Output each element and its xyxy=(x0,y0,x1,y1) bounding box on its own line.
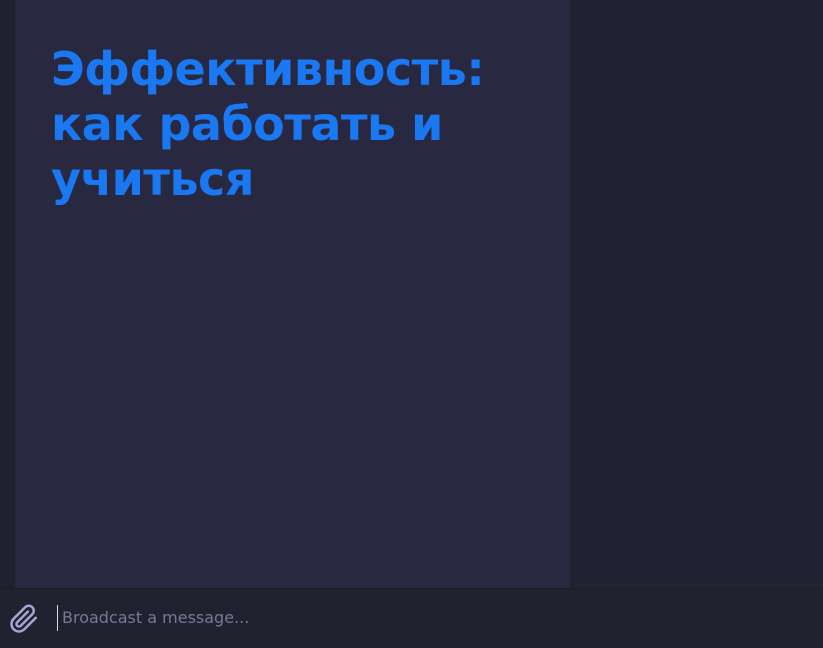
app-window: Эффективность: как работать и учиться xyxy=(0,0,823,648)
message-composer xyxy=(0,588,823,648)
message-card: Эффективность: как работать и учиться xyxy=(15,0,570,588)
paperclip-icon xyxy=(10,604,38,633)
broadcast-message-input[interactable] xyxy=(57,605,802,631)
attach-button[interactable] xyxy=(8,603,40,635)
left-gutter xyxy=(0,0,15,588)
side-panel xyxy=(570,0,823,588)
message-title: Эффективность: как работать и учиться xyxy=(51,42,485,206)
